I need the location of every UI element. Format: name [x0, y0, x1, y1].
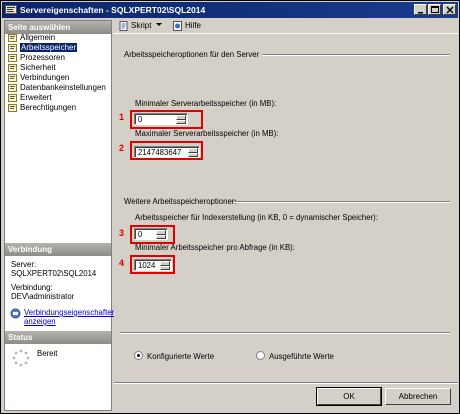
cancel-button[interactable]: Abbrechen — [385, 388, 451, 405]
nav-item[interactable]: Sicherheit — [8, 63, 56, 73]
title-bar[interactable]: Servereigenschaften - SQLXPERT02\SQL2014 — [2, 2, 458, 18]
maximize-icon — [431, 6, 439, 13]
configured-values-radio[interactable] — [134, 351, 143, 360]
highlight-box-2 — [130, 141, 203, 160]
nav-item-label: Arbeitsspeicher — [20, 43, 78, 52]
script-icon — [119, 21, 128, 31]
nav-item[interactable]: Datenbankeinstellungen — [8, 83, 106, 93]
status-header: Status — [5, 331, 111, 344]
radio-selected-dot — [137, 354, 140, 357]
page-icon — [8, 44, 17, 52]
maximize-button[interactable] — [428, 4, 441, 15]
annotation-number-3: 3 — [119, 228, 125, 238]
connection-value: DEV\administrator — [11, 292, 75, 301]
window-title: Servereigenschaften - SQLXPERT02\SQL2014 — [20, 5, 206, 15]
memory-page: Arbeitsspeicheroptionen für den Server M… — [114, 35, 458, 379]
running-values-label[interactable]: Ausgeführte Werte — [269, 352, 334, 361]
nav-item[interactable]: Arbeitsspeicher — [8, 43, 78, 53]
connection-header: Verbindung — [5, 243, 111, 256]
server-properties-icon — [5, 5, 17, 14]
page-icon — [8, 94, 17, 102]
nav-item[interactable]: Allgemein — [8, 33, 55, 43]
toolbar: Skript Hilfe — [113, 18, 458, 34]
script-label: Skript — [131, 21, 152, 30]
status-text: Bereit — [37, 349, 58, 358]
nav-item[interactable]: Prozessoren — [8, 53, 65, 63]
min-server-memory-label: Minimaler Serverarbeitsspeicher (in MB): — [135, 99, 277, 108]
connection-properties-link-line2[interactable]: anzeigen — [24, 317, 56, 327]
page-icon — [8, 54, 17, 62]
annotation-number-2: 2 — [119, 143, 125, 153]
highlight-box-4 — [130, 255, 175, 274]
nav-item-label: Erweitert — [20, 93, 52, 102]
group-divider — [234, 201, 450, 203]
minimize-button[interactable] — [414, 4, 427, 15]
nav-item-label: Prozessoren — [20, 53, 65, 62]
annotation-number-1: 1 — [119, 112, 125, 122]
help-label: Hilfe — [185, 21, 202, 30]
nav-item-label: Sicherheit — [20, 63, 56, 72]
nav-item-label: Datenbankeinstellungen — [20, 83, 106, 92]
nav-item[interactable]: Verbindungen — [8, 73, 69, 83]
page-icon — [8, 74, 17, 82]
server-memory-group-title: Arbeitsspeicheroptionen für den Server — [124, 50, 260, 59]
nav-item-label: Verbindungen — [20, 73, 70, 82]
running-values-radio[interactable] — [256, 351, 265, 360]
page-icon — [8, 104, 17, 112]
connection-properties-icon — [10, 308, 21, 319]
highlight-box-3 — [130, 225, 175, 244]
highlight-box-1 — [130, 110, 203, 129]
nav-item[interactable]: Erweitert — [8, 93, 52, 103]
close-icon — [446, 6, 454, 14]
nav-item-label: Berechtigungen — [20, 103, 77, 112]
help-button[interactable]: Hilfe — [173, 21, 202, 31]
max-server-memory-label: Maximaler Serverarbeitsspeicher (in MB): — [135, 129, 279, 138]
minimize-icon — [418, 12, 423, 14]
options-divider — [120, 332, 450, 334]
script-button[interactable]: Skript — [119, 21, 162, 31]
page-icon — [8, 64, 17, 72]
nav-item-label: Allgemein — [20, 33, 56, 42]
help-icon — [173, 21, 182, 31]
close-button[interactable] — [443, 4, 456, 15]
chevron-down-icon — [155, 23, 162, 26]
page-icon — [8, 34, 17, 42]
page-icon — [8, 84, 17, 92]
server-value: SQLXPERT02\SQL2014 — [11, 269, 97, 278]
progress-spinner-icon — [12, 349, 30, 367]
other-memory-group-title: Weitere Arbeitsspeicheroptionen — [124, 197, 237, 206]
nav-item[interactable]: Berechtigungen — [8, 103, 76, 113]
index-memory-label: Arbeitsspeicher für Indexerstellung (in … — [135, 213, 378, 222]
properties-dialog: Servereigenschaften - SQLXPERT02\SQL2014… — [0, 0, 460, 414]
footer-divider — [114, 382, 458, 384]
query-memory-label: Minimaler Arbeitsspeicher pro Abfrage (i… — [135, 243, 295, 252]
group-divider — [262, 54, 450, 56]
configured-values-label[interactable]: Konfigurierte Werte — [147, 352, 214, 361]
ok-button[interactable]: OK — [316, 387, 382, 406]
annotation-number-4: 4 — [119, 258, 125, 268]
left-pane: Seite auswählen Allgemein Arbeitsspeicher… — [4, 20, 116, 411]
